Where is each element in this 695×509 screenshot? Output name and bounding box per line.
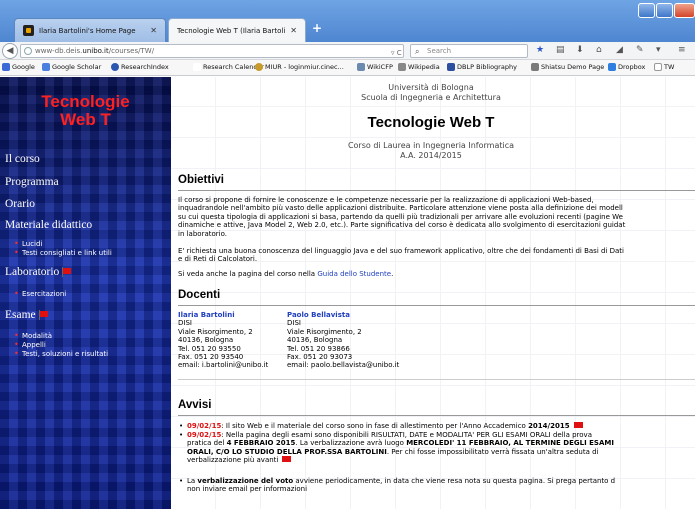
obiettivi-paragraph-2: E' richiesta una buona conoscenza del li… <box>178 247 624 264</box>
avviso-item: 09/02/15: Nella pagina degli esami sono … <box>179 431 695 465</box>
bookmark-wikicfp[interactable]: WikiCFP <box>357 63 393 71</box>
wikipedia-icon <box>398 63 406 71</box>
url-domain: unibo.it <box>82 47 109 55</box>
docente-email: email: i.bartolini@unibo.it <box>178 361 269 370</box>
bookmark-shiatsu[interactable]: Shiatsu Demo Page <box>531 63 604 71</box>
download-icon[interactable]: ⬇ <box>576 45 584 55</box>
tab-title: Tecnologie Web T (Ilaria Bartolini) <box>177 26 286 35</box>
folder-icon <box>654 63 662 71</box>
send-icon[interactable]: ◢ <box>616 45 623 55</box>
miur-icon <box>255 63 263 71</box>
obiettivi-paragraph-3: Si veda anche la pagina del corso nella … <box>178 270 394 278</box>
new-flag-icon <box>573 422 583 428</box>
divider <box>178 190 695 191</box>
divider <box>178 415 695 416</box>
reload-icon[interactable]: ▿ C <box>391 47 402 59</box>
bookmark-dropbox[interactable]: Dropbox <box>608 63 645 71</box>
calendar-icon <box>193 63 201 71</box>
heading-avvisi: Avvisi <box>178 399 212 411</box>
nav-lucidi[interactable]: Lucidi <box>14 239 43 248</box>
bookmark-star-icon[interactable]: ★ <box>536 45 544 55</box>
nav-modalita[interactable]: Modalità <box>14 331 52 340</box>
nav-testi-soluzioni[interactable]: Testi, soluzioni e risultati <box>14 349 108 358</box>
main-content: Università di Bologna Scuola di Ingegner… <box>171 77 695 509</box>
maximize-button[interactable] <box>656 3 673 18</box>
nav-laboratorio[interactable]: Laboratorio <box>5 266 72 278</box>
bookmark-google-scholar[interactable]: Google Scholar <box>42 63 101 71</box>
shiatsu-icon <box>531 63 539 71</box>
bookmark-researchindex[interactable]: ResearchIndex <box>111 63 169 71</box>
nav-programma[interactable]: Programma <box>5 176 59 188</box>
docente-card: Ilaria Bartolini DISI Viale Risorgimento… <box>178 311 269 370</box>
researchindex-icon <box>111 63 119 71</box>
bookmark-google[interactable]: Google <box>2 63 35 71</box>
google-icon <box>2 63 10 71</box>
guida-studente-link[interactable]: Guida dello Studente <box>317 270 391 278</box>
close-window-button[interactable] <box>674 3 695 18</box>
url-prefix: www-db.deis. <box>35 47 83 55</box>
favicon-icon <box>23 25 34 36</box>
menu-icon[interactable]: ≡ <box>678 45 686 55</box>
browser-titlebar: Ilaria Bartolini's Home Page ✕ Tecnologi… <box>0 0 695 42</box>
bookmarks-menu-icon[interactable]: ▤ <box>556 45 565 55</box>
dblp-icon <box>447 63 455 71</box>
url-bar[interactable]: www-db.deis.unibo.it/courses/TW/ ▿ C <box>20 44 404 58</box>
minimize-button[interactable] <box>638 3 655 18</box>
heading-obiettivi: Obiettivi <box>178 174 225 186</box>
dropdown-icon[interactable]: ▾ <box>656 45 661 55</box>
site-title: Tecnologie Web T <box>41 92 130 129</box>
bookmarks-toolbar: Google Google Scholar ResearchIndex Rese… <box>0 60 695 76</box>
nav-esercitazioni[interactable]: Esercitazioni <box>14 289 66 298</box>
dropbox-icon <box>608 63 616 71</box>
back-button[interactable]: ◀ <box>2 43 18 59</box>
bookmark-miur[interactable]: MIUR - loginmiur.cinec... <box>255 63 344 71</box>
new-flag-icon <box>62 267 72 277</box>
bookmark-tw[interactable]: TW <box>654 63 674 71</box>
nav-materiale-didattico[interactable]: Materiale didattico <box>5 219 92 231</box>
divider <box>178 379 695 380</box>
sidebar: Tecnologie Web T Il corso Programma Orar… <box>0 77 171 509</box>
docente-name-link[interactable]: Ilaria Bartolini <box>178 311 268 319</box>
url-path: /courses/TW/ <box>108 47 155 55</box>
page-title: Tecnologie Web T <box>367 114 495 131</box>
docente-name-link[interactable]: Paolo Bellavista <box>287 311 399 319</box>
search-icon: ⌕ <box>415 47 420 56</box>
navigation-toolbar: ◀ www-db.deis.unibo.it/courses/TW/ ▿ C ⌕… <box>0 42 695 60</box>
heading-docenti: Docenti <box>178 289 221 301</box>
bookmark-dblp[interactable]: DBLP Bibliography <box>447 63 517 71</box>
docente-card: Paolo Bellavista DISI Viale Risorgimento… <box>287 311 400 370</box>
web-page: Tecnologie Web T Il corso Programma Orar… <box>0 77 695 509</box>
tab-tecnologie-web[interactable]: Tecnologie Web T (Ilaria Bartolini) ✕ <box>168 18 306 42</box>
wikicfp-icon <box>357 63 365 71</box>
university-header: Università di Bologna Scuola di Ingegner… <box>361 83 501 102</box>
nav-orario[interactable]: Orario <box>5 198 35 210</box>
pocket-icon[interactable]: ✎ <box>636 45 644 55</box>
bookmark-wikipedia[interactable]: Wikipedia <box>398 63 440 71</box>
nav-testi-consigliati[interactable]: Testi consigliati e link utili <box>14 248 112 257</box>
bookmark-research-calendar[interactable]: Research Calendar <box>193 63 264 71</box>
divider <box>178 305 695 306</box>
globe-icon <box>24 47 32 55</box>
new-flag-icon <box>38 310 48 320</box>
new-flag-icon <box>282 456 292 463</box>
degree-info: Corso di Laurea in Ingegneria Informatic… <box>347 141 515 160</box>
obiettivi-paragraph-1: Il corso si propone di fornire le conosc… <box>178 196 626 238</box>
nav-esame[interactable]: Esame <box>5 309 48 321</box>
search-placeholder: Search <box>427 47 452 55</box>
avviso-item: La verbalizzazione del voto avviene peri… <box>179 477 695 494</box>
nav-appelli[interactable]: Appelli <box>14 340 46 349</box>
close-tab-icon[interactable]: ✕ <box>150 26 157 35</box>
new-tab-button[interactable]: + <box>312 21 322 35</box>
nav-il-corso[interactable]: Il corso <box>5 153 40 165</box>
scholar-icon <box>42 63 50 71</box>
avviso-item: 09/02/15: Il sito Web e il materiale del… <box>179 422 695 431</box>
search-input[interactable]: ⌕ Search <box>410 44 528 58</box>
docente-email: email: paolo.bellavista@unibo.it <box>287 361 400 370</box>
tab-home-page[interactable]: Ilaria Bartolini's Home Page ✕ <box>14 18 166 42</box>
close-tab-icon[interactable]: ✕ <box>290 26 297 35</box>
home-icon[interactable]: ⌂ <box>596 45 602 55</box>
tab-title: Ilaria Bartolini's Home Page <box>39 26 136 35</box>
